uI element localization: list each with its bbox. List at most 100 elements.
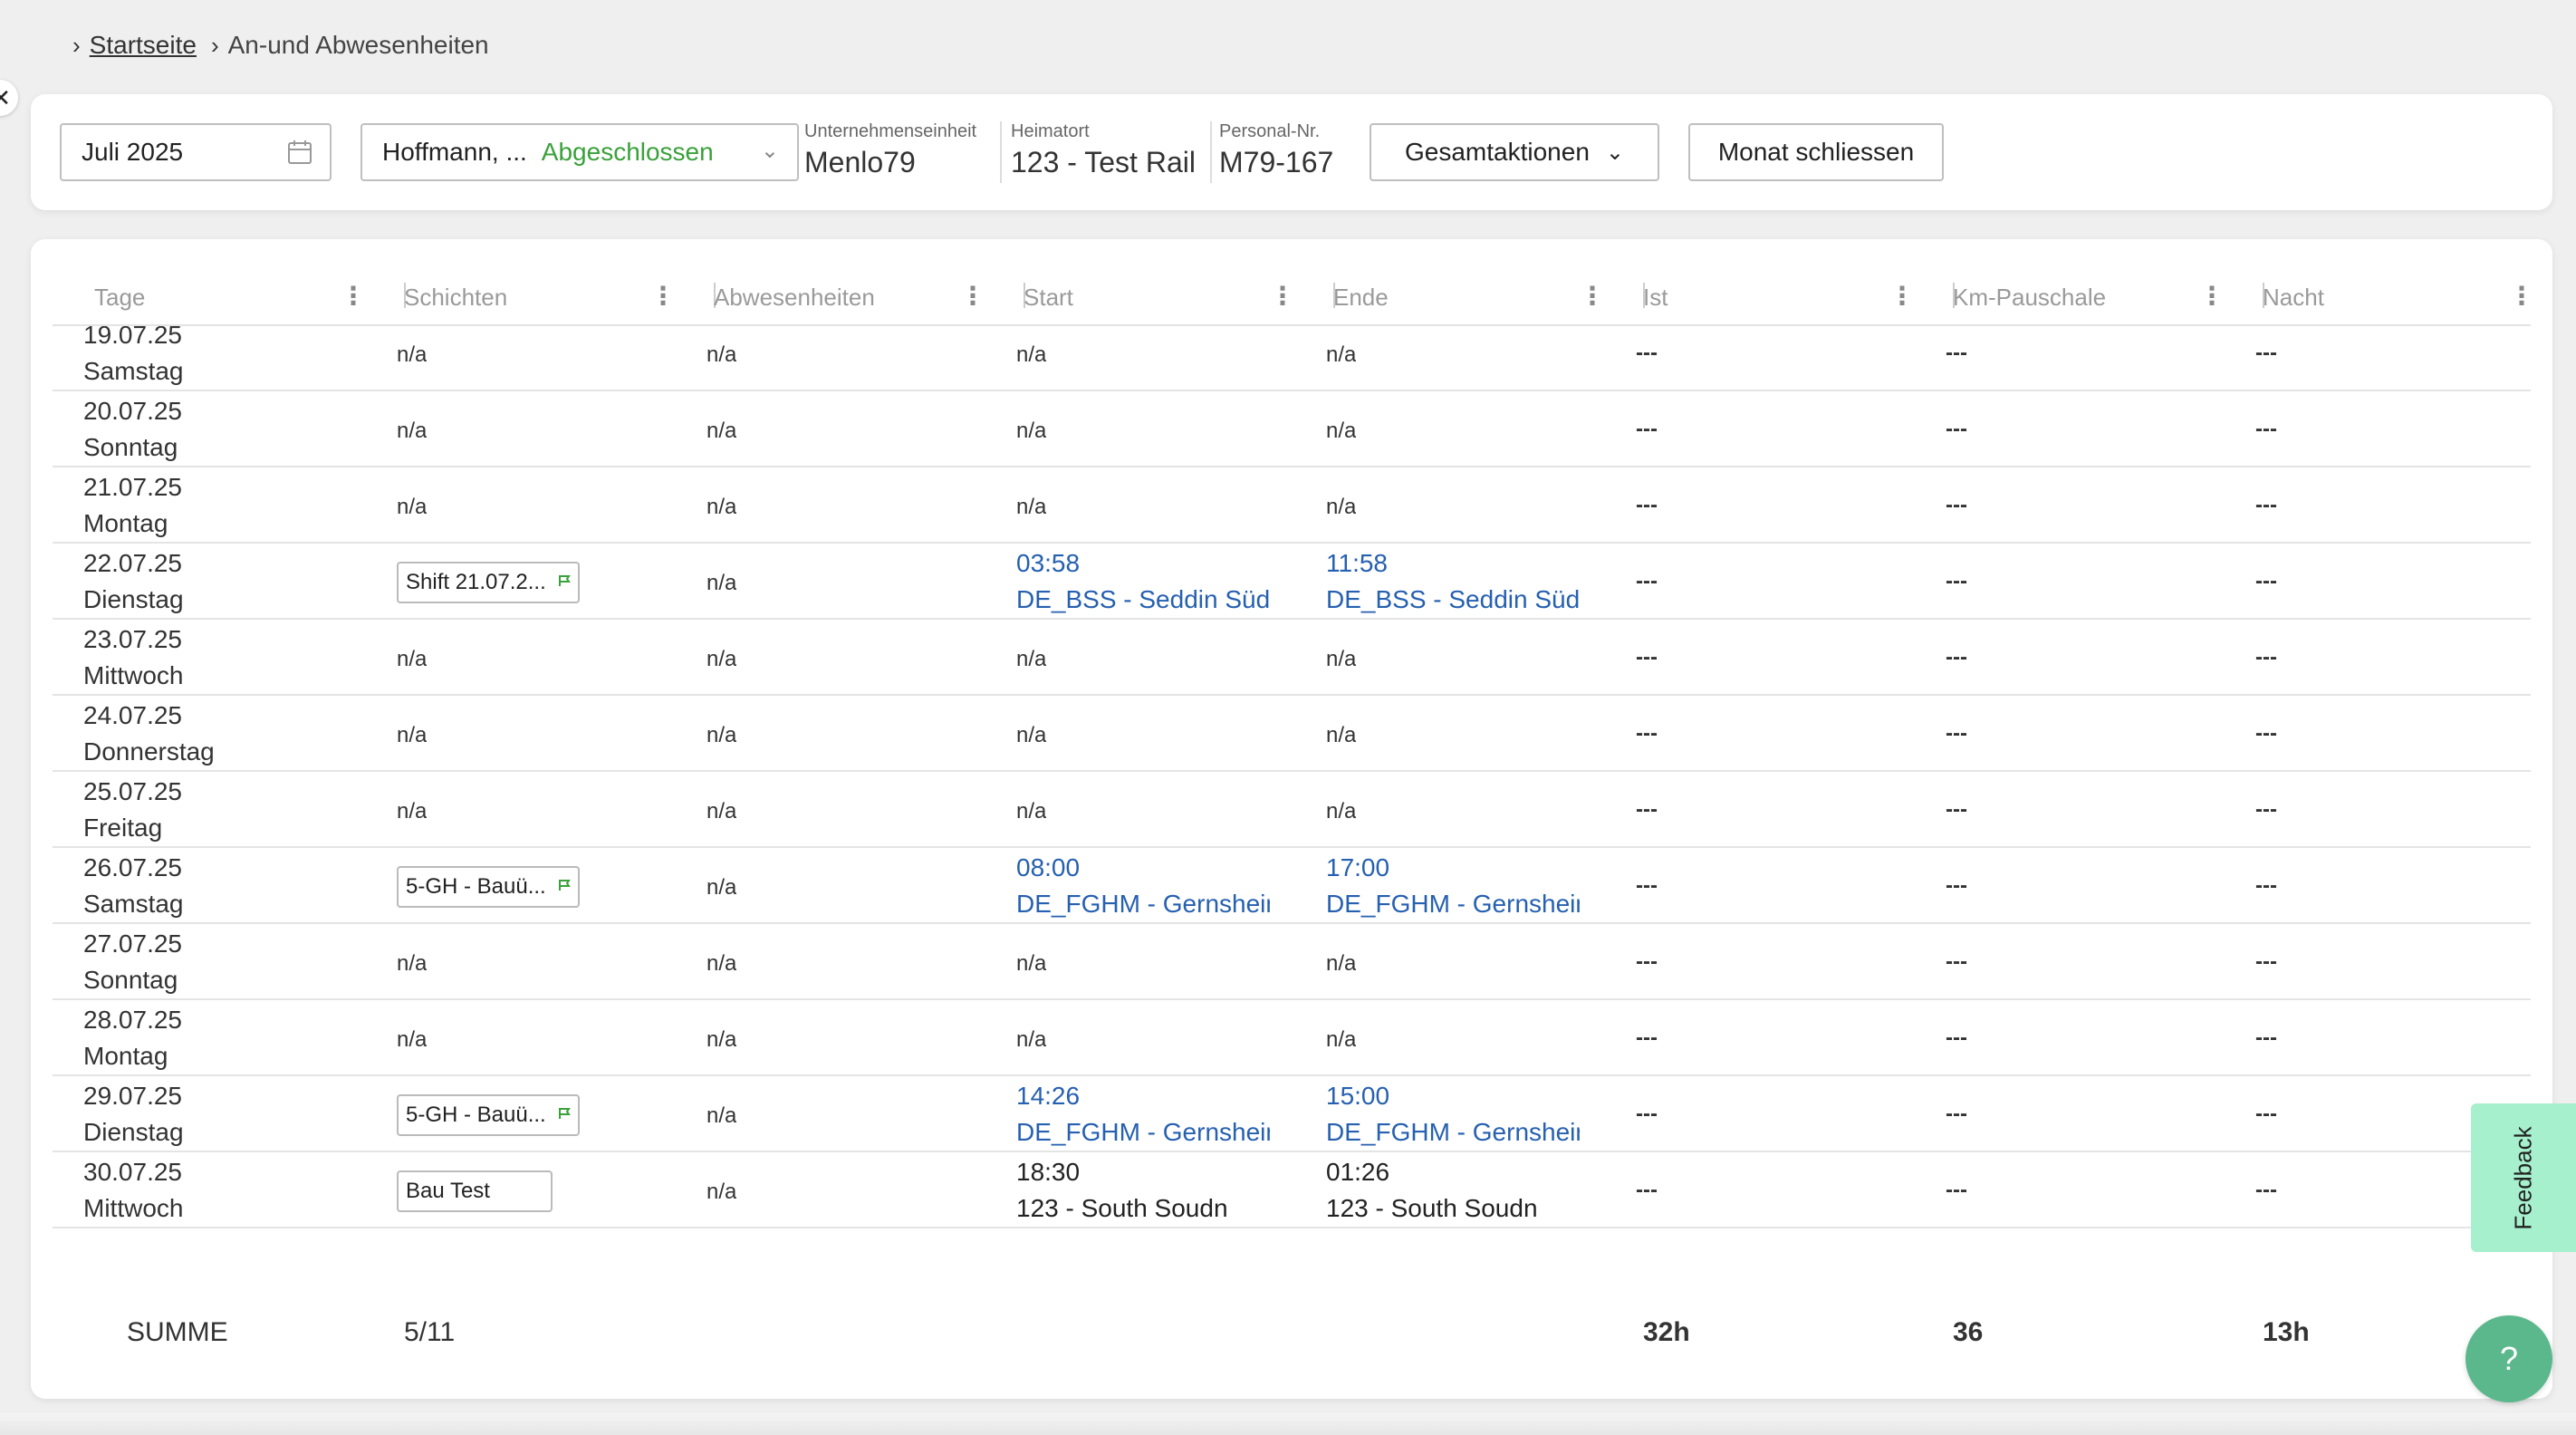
column-header-actual[interactable]: Ist ⋮ (1643, 279, 1955, 315)
night-cell: --- (2255, 1026, 2277, 1050)
day-cell: 28.07.25 Montag (83, 1002, 182, 1074)
day-weekday: Donnerstag (83, 737, 215, 766)
feedback-label: Feedback (2509, 1125, 2537, 1230)
start-cell[interactable]: 08:00DE_FGHM - Gernshein (1016, 850, 1270, 922)
help-button[interactable]: ? (2465, 1315, 2552, 1402)
day-weekday: Samstag (83, 357, 184, 385)
close-month-button[interactable]: Monat schliessen (1688, 123, 1944, 181)
shift-chip[interactable]: 5-GH - Bauü... (397, 866, 580, 908)
end-cell[interactable]: 17:00DE_FGHM - Gernshein (1326, 1230, 1580, 1232)
table-row[interactable]: 27.07.25 Sonntag n/a n/a n/a n/a --- --- --- (53, 924, 2531, 1000)
column-header-shifts[interactable]: Schichten ⋮ (404, 279, 716, 315)
shift-chip[interactable]: Bau Test (397, 1170, 553, 1212)
day-date: 24.07.25 (83, 701, 182, 729)
day-date: 30.07.25 (83, 1158, 182, 1186)
table-row[interactable]: 31.07.25Donnerstag5-GH - Bauü...+1n/a08:… (53, 1228, 2531, 1232)
start-location: DE_FGHM - Gernshein (1016, 1118, 1270, 1146)
absence-cell: n/a (706, 342, 737, 367)
table-row[interactable]: 28.07.25 Montag n/a n/a n/a n/a --- --- --- (53, 1000, 2531, 1076)
absence-cell: n/a (706, 419, 737, 443)
day-cell: 20.07.25 Sonntag (83, 393, 182, 466)
day-cell: 23.07.25 Mittwoch (83, 621, 183, 694)
night-cell: --- (2255, 1102, 2277, 1126)
shift-chip[interactable]: Shift 21.07.2... (397, 562, 580, 603)
start-cell[interactable]: 03:58 DE_BSS - Seddin Süd (1016, 545, 1270, 618)
shift-chip-label: 5-GH - Bauü... (406, 1103, 546, 1127)
table-row[interactable]: 21.07.25 Montag n/a n/a n/a n/a --- --- --- (53, 467, 2531, 544)
actual-cell: --- (1636, 721, 1658, 746)
day-date: 28.07.25 (83, 1006, 182, 1034)
table-row[interactable]: 30.07.25 Mittwoch Bau Test n/a 18:30 123 - So… (53, 1152, 2531, 1228)
column-header-km-allowance[interactable]: Km-Pauschale ⋮ (1953, 279, 2264, 315)
start-cell[interactable]: 14:26 DE_FGHM - Gernshein (1016, 1078, 1270, 1151)
table-row[interactable]: 22.07.25 Dienstag Shift 21.07.2... n/a 03:58… (53, 544, 2531, 620)
bulk-actions-label: Gesamtaktionen (1405, 138, 1590, 166)
shift-cell: n/a (397, 799, 428, 823)
divider (1000, 121, 1002, 183)
actual-cell: --- (1636, 569, 1658, 593)
column-header-night[interactable]: Nacht ⋮ (2263, 279, 2534, 315)
column-menu-icon[interactable]: ⋮ (1580, 281, 1605, 311)
day-cell: 30.07.25 Mittwoch (83, 1154, 183, 1227)
unit-value: Menlo79 (804, 146, 916, 178)
km-cell: --- (1946, 721, 1967, 746)
night-cell: --- (2255, 569, 2277, 593)
day-date: 26.07.25 (83, 853, 182, 881)
calendar-icon[interactable] (288, 140, 312, 165)
column-menu-icon[interactable]: ⋮ (650, 281, 676, 311)
absence-cell: n/a (706, 951, 737, 976)
table-header: Tage ⋮ Schichten ⋮ Abwesenheiten ⋮ Start… (53, 239, 2534, 326)
table-row[interactable]: 26.07.25 Samstag 5-GH - Bauü... n/a 08:00 DE_… (53, 848, 2531, 924)
table-row[interactable]: 29.07.25 Dienstag 5-GH - Bauü... n/a 14:26 DE… (53, 1076, 2531, 1152)
km-cell: --- (1946, 1026, 1967, 1050)
column-menu-icon[interactable]: ⋮ (341, 281, 366, 311)
night-cell: --- (2255, 797, 2277, 822)
end-cell[interactable]: 11:58 DE_BSS - Seddin Süd (1326, 545, 1580, 618)
shift-chip[interactable]: 5-GH - Bauü... (397, 1094, 580, 1136)
column-menu-icon[interactable]: ⋮ (2199, 281, 2225, 311)
column-header-end[interactable]: Ende ⋮ (1333, 279, 1645, 315)
end-cell[interactable]: 15:00 DE_FGHM - Gernshein (1326, 1078, 1580, 1151)
actual-cell: --- (1636, 417, 1658, 441)
table-row[interactable]: 19.07.25 Samstag n/a n/a n/a n/a --- --- --- (53, 326, 2531, 391)
end-location: 123 - South Soudn (1326, 1194, 1538, 1222)
start-location: DE_BSS - Seddin Süd (1016, 585, 1270, 613)
km-cell: --- (1946, 493, 1967, 517)
km-cell: --- (1946, 1102, 1967, 1126)
start-time: 18:30 (1016, 1158, 1081, 1186)
close-sidebar-icon[interactable]: ✕ (0, 80, 18, 116)
start-time: 03:58 (1016, 549, 1081, 577)
breadcrumb-home-link[interactable]: Startseite (90, 31, 197, 60)
home-value: 123 - Test Rail (1011, 146, 1196, 178)
end-cell[interactable]: 17:00DE_FGHM - Gernshein (1326, 850, 1580, 922)
column-menu-icon[interactable]: ⋮ (1270, 281, 1295, 311)
start-cell: n/a (1016, 1027, 1047, 1052)
column-menu-icon[interactable]: ⋮ (2509, 281, 2534, 311)
end-location: DE_BSS - Seddin Süd (1326, 585, 1580, 613)
sum-night: 13h (2263, 1317, 2310, 1347)
table-row[interactable]: 23.07.25 Mittwoch n/a n/a n/a n/a --- --- --- (53, 620, 2531, 696)
day-date: 19.07.25 (83, 326, 182, 349)
column-header-absences[interactable]: Abwesenheiten ⋮ (714, 279, 1025, 315)
actual-cell: --- (1636, 949, 1658, 974)
table-row[interactable]: 24.07.25 Donnerstag n/a n/a n/a n/a --- --- --- (53, 696, 2531, 772)
bulk-actions-button[interactable]: Gesamtaktionen ⌄ (1370, 123, 1659, 181)
feedback-button[interactable]: Feedback (2471, 1103, 2576, 1252)
start-time: 08:00 (1016, 853, 1081, 881)
column-header-start[interactable]: Start ⋮ (1024, 279, 1335, 315)
table-row[interactable]: 20.07.25 Sonntag n/a n/a n/a n/a --- --- --- (53, 391, 2531, 467)
start-cell[interactable]: 08:00DE_FGHM - Gernshein (1016, 1230, 1270, 1232)
end-time: 01:26 (1326, 1158, 1390, 1186)
employee-select[interactable]: Hoffmann, ... Abgeschlossen ⌄ (360, 123, 799, 181)
start-cell: n/a (1016, 342, 1047, 367)
column-menu-icon[interactable]: ⋮ (1889, 281, 1915, 311)
table-row[interactable]: 25.07.25 Freitag n/a n/a n/a n/a --- --- --- (53, 772, 2531, 848)
end-time: 11:58 (1326, 549, 1388, 577)
day-cell: 31.07.25Donnerstag (83, 1230, 215, 1232)
page-bottom-edge (0, 1413, 2576, 1435)
column-menu-icon[interactable]: ⋮ (960, 281, 985, 311)
column-header-days[interactable]: Tage ⋮ (94, 279, 406, 315)
month-picker[interactable]: Juli 2025 (60, 123, 332, 181)
day-weekday: Sonntag (83, 966, 178, 994)
start-cell: n/a (1016, 723, 1047, 747)
